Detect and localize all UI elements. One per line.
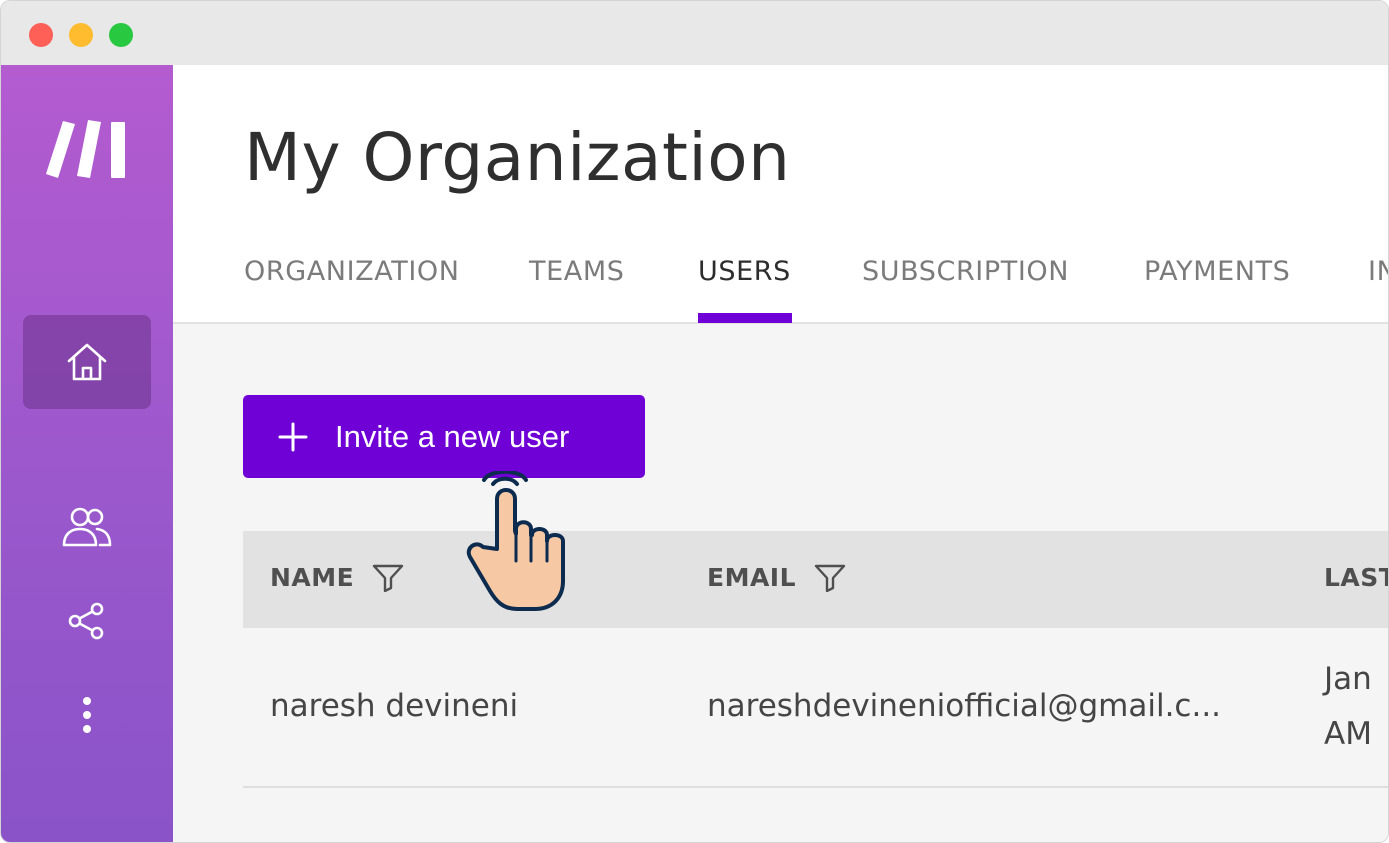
close-window-button[interactable]	[29, 23, 53, 47]
users-icon	[62, 507, 112, 547]
tab-teams[interactable]: TEAMS	[529, 256, 624, 287]
cell-last-line1: Jan	[1324, 661, 1372, 697]
column-header-name[interactable]: NAME	[270, 563, 404, 592]
sidebar-item-share[interactable]	[23, 574, 151, 668]
table-header: NAME EMAIL LAST	[243, 531, 1388, 628]
filter-icon[interactable]	[814, 564, 846, 592]
invite-user-label: Invite a new user	[335, 418, 570, 454]
tab-payments[interactable]: PAYMENTS	[1144, 256, 1290, 287]
invite-user-button[interactable]: Invite a new user	[243, 395, 645, 478]
tab-subscription[interactable]: SUBSCRIPTION	[862, 256, 1069, 287]
sidebar-item-more[interactable]	[23, 668, 151, 762]
cell-email: nareshdevineniofficial@gmail.c...	[707, 688, 1222, 724]
tab-users[interactable]: USERS	[698, 256, 791, 287]
sidebar-item-users[interactable]	[23, 480, 151, 574]
filter-icon[interactable]	[372, 564, 404, 592]
column-label-email: EMAIL	[707, 563, 797, 592]
title-bar	[1, 1, 1388, 65]
column-label-last: LAST	[1324, 563, 1388, 592]
table-row[interactable]: naresh devineni nareshdevineniofficial@g…	[243, 628, 1388, 788]
home-icon	[67, 343, 107, 381]
tab-organization[interactable]: ORGANIZATION	[244, 256, 460, 287]
main-content: My Organization ORGANIZATION TEAMS USERS…	[173, 65, 1388, 842]
plus-icon	[278, 422, 308, 451]
column-header-last[interactable]: LAST	[1324, 563, 1388, 592]
maximize-window-button[interactable]	[109, 23, 133, 47]
sidebar	[1, 65, 173, 842]
sidebar-item-home[interactable]	[23, 315, 151, 409]
page-header: My Organization ORGANIZATION TEAMS USERS…	[173, 65, 1388, 324]
app-window: My Organization ORGANIZATION TEAMS USERS…	[0, 0, 1389, 843]
active-tab-indicator	[698, 313, 792, 323]
hand-pointer-icon	[466, 471, 565, 611]
minimize-window-button[interactable]	[69, 23, 93, 47]
cell-name: naresh devineni	[270, 688, 519, 724]
cell-last-line2: AM	[1324, 716, 1372, 752]
tab-truncated[interactable]: IN	[1368, 256, 1388, 287]
share-icon	[68, 602, 104, 640]
column-label-name: NAME	[270, 563, 355, 592]
page-title: My Organization	[244, 119, 791, 196]
column-header-email[interactable]: EMAIL	[707, 563, 846, 592]
make-logo[interactable]	[45, 119, 129, 179]
more-vertical-icon	[83, 697, 91, 733]
